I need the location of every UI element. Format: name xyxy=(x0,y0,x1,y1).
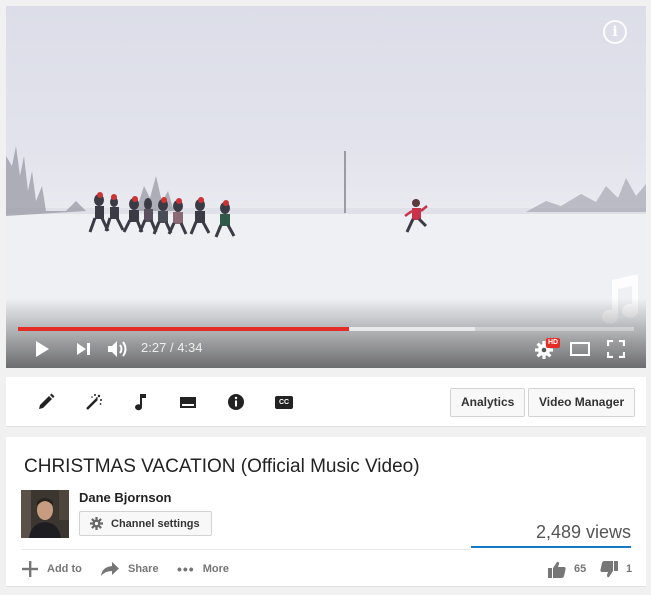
avatar-image xyxy=(21,490,69,538)
edit-button[interactable] xyxy=(35,391,57,413)
creator-toolbar: CC Analytics Video Manager xyxy=(6,377,646,427)
analytics-button[interactable]: Analytics xyxy=(450,388,526,417)
cc-label: CC xyxy=(278,398,290,406)
next-icon xyxy=(77,343,90,355)
share-button[interactable]: Share xyxy=(100,559,159,579)
share-arrow-icon xyxy=(101,562,119,576)
end-screen-icon xyxy=(180,397,196,408)
subtitles-icon: CC xyxy=(275,395,293,409)
next-button[interactable] xyxy=(72,337,94,361)
video-manager-button[interactable]: Video Manager xyxy=(528,388,636,417)
play-icon xyxy=(36,341,49,357)
channel-settings-button[interactable]: Channel settings xyxy=(79,511,212,536)
dislike-button[interactable]: 1 xyxy=(600,559,632,579)
hd-badge: HD xyxy=(546,338,561,348)
thumbs-up-icon xyxy=(548,561,566,578)
add-to-button[interactable]: Add to xyxy=(21,559,82,579)
duration: 4:34 xyxy=(177,340,203,355)
end-screen-button[interactable] xyxy=(177,391,199,413)
play-button[interactable] xyxy=(31,337,53,361)
actions-divider xyxy=(21,549,471,550)
video-player[interactable]: i 2:27 / 4:34 HD xyxy=(6,6,646,368)
edit-icon xyxy=(39,393,55,409)
video-title: CHRISTMAS VACATION (Official Music Video… xyxy=(24,456,420,477)
gear-icon xyxy=(90,517,103,530)
time-separator: / xyxy=(169,340,174,355)
like-count: 65 xyxy=(574,563,587,575)
subtitles-button[interactable]: CC xyxy=(273,391,295,413)
time-display: 2:27 / 4:34 xyxy=(141,340,203,355)
video-info-panel: CHRISTMAS VACATION (Official Music Video… xyxy=(6,437,646,587)
more-dots-icon: ••• xyxy=(177,561,195,577)
progress-bar[interactable] xyxy=(18,327,634,331)
share-label: Share xyxy=(128,563,159,575)
current-time: 2:27 xyxy=(141,340,167,355)
thumbs-down-icon xyxy=(600,560,618,577)
plus-icon xyxy=(22,561,38,577)
volume-icon xyxy=(108,341,127,357)
channel-owner-name[interactable]: Dane Bjornson xyxy=(79,490,171,505)
fullscreen-button[interactable] xyxy=(604,337,628,361)
channel-avatar[interactable] xyxy=(21,490,69,538)
more-button[interactable]: ••• More xyxy=(177,559,229,579)
add-to-label: Add to xyxy=(47,563,82,575)
enhancements-button[interactable] xyxy=(83,391,105,413)
channel-settings-label: Channel settings xyxy=(111,517,200,530)
audio-button[interactable] xyxy=(130,391,152,413)
theater-mode-icon xyxy=(570,342,590,356)
theater-mode-button[interactable] xyxy=(568,337,592,361)
settings-button[interactable]: HD xyxy=(534,337,561,361)
enhancements-icon xyxy=(86,394,102,410)
info-icon[interactable]: i xyxy=(603,20,627,44)
audio-icon xyxy=(135,394,146,411)
cards-icon xyxy=(228,394,244,410)
like-button[interactable]: 65 xyxy=(548,559,586,579)
views-underline xyxy=(471,546,631,548)
cards-button[interactable] xyxy=(225,391,247,413)
played-bar xyxy=(18,327,349,331)
more-label: More xyxy=(202,563,229,575)
view-count: 2,489 views xyxy=(535,522,631,542)
dislike-count: 1 xyxy=(626,563,633,575)
fullscreen-icon xyxy=(607,340,625,358)
volume-button[interactable] xyxy=(105,337,131,361)
